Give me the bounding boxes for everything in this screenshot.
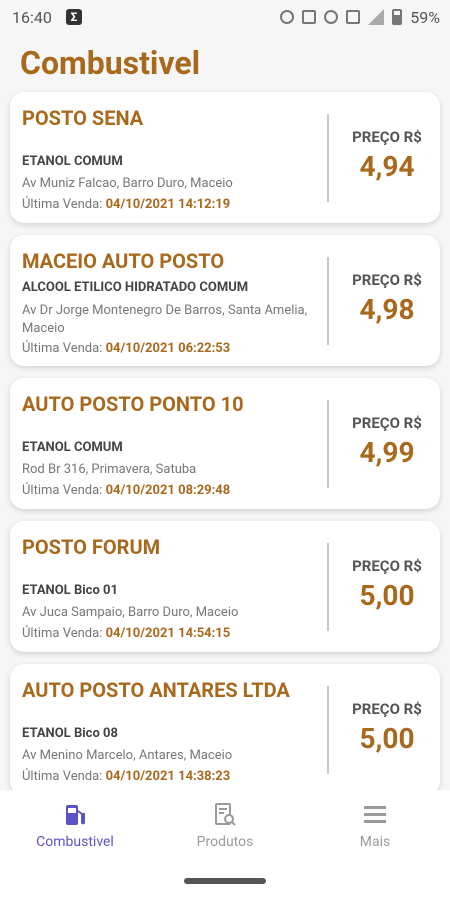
last-sale-date: 04/10/2021 06:22:53 <box>105 341 231 356</box>
fuel-type: ETANOL Bico 08 <box>22 726 118 741</box>
station-list: POSTO SENA ETANOL COMUM Av Muniz Falcao,… <box>10 92 440 807</box>
fuel-type: ALCOOL ETILICO HIDRATADO COMUM <box>22 280 249 295</box>
last-sale: Última Venda: 04/10/2021 14:12:19 <box>22 197 230 212</box>
bottom-navigation: Combustivel Produtos Mais <box>0 790 450 900</box>
status-time: 16:40 <box>12 7 52 27</box>
divider <box>327 686 329 774</box>
last-sale-label: Última Venda: <box>22 197 103 212</box>
station-name: AUTO POSTO ANTARES LTDA <box>22 678 290 702</box>
page-title: Combustivel <box>20 44 201 82</box>
last-sale-date: 04/10/2021 08:29:48 <box>105 483 231 498</box>
fuel-pump-icon <box>66 805 85 825</box>
price-label: PREÇO R$ <box>352 414 422 432</box>
fuel-type: ETANOL COMUM <box>22 154 123 169</box>
nfc-icon <box>302 10 317 24</box>
last-sale-date: 04/10/2021 14:12:19 <box>105 197 231 212</box>
last-sale-label: Última Venda: <box>22 769 103 784</box>
divider <box>327 400 329 488</box>
alarm-icon <box>280 10 295 24</box>
last-sale-date: 04/10/2021 14:54:15 <box>105 626 231 641</box>
nav-item-mais[interactable]: Mais <box>300 802 450 850</box>
station-address: Av Menino Marcelo, Antares, Maceio <box>22 748 233 763</box>
station-name: POSTO FORUM <box>22 535 161 559</box>
divider <box>327 543 329 631</box>
home-indicator[interactable] <box>184 878 266 884</box>
divider <box>327 114 329 202</box>
fuel-type: ETANOL COMUM <box>22 440 123 455</box>
station-card[interactable]: AUTO POSTO PONTO 10 ETANOL COMUM Rod Br … <box>10 378 440 509</box>
receipt-search-icon <box>215 803 236 826</box>
nav-label: Combustivel <box>36 834 114 850</box>
nav-item-combustivel[interactable]: Combustivel <box>0 802 150 850</box>
last-sale-label: Última Venda: <box>22 626 103 641</box>
status-icons: 59% <box>280 8 440 27</box>
station-name: MACEIO AUTO POSTO <box>22 249 225 273</box>
station-card[interactable]: POSTO SENA ETANOL COMUM Av Muniz Falcao,… <box>10 92 440 223</box>
station-card[interactable]: POSTO FORUM ETANOL Bico 01 Av Juca Sampa… <box>10 521 440 652</box>
nav-label: Produtos <box>196 834 254 850</box>
station-address: Rod Br 316, Primavera, Satuba <box>22 462 197 477</box>
station-address: Av Dr Jorge Montenegro De Barros, Santa … <box>22 303 308 336</box>
last-sale: Última Venda: 04/10/2021 06:22:53 <box>22 341 230 356</box>
price-label: PREÇO R$ <box>352 271 422 289</box>
price-value: 5,00 <box>359 579 415 612</box>
divider <box>327 257 329 345</box>
last-sale: Última Venda: 04/10/2021 08:29:48 <box>22 483 230 498</box>
menu-icon <box>364 806 386 823</box>
price-label: PREÇO R$ <box>352 557 422 575</box>
price-value: 4,94 <box>359 150 415 183</box>
station-card[interactable]: MACEIO AUTO POSTO ALCOOL ETILICO HIDRATA… <box>10 235 440 366</box>
station-address: Av Muniz Falcao, Barro Duro, Maceio <box>22 176 233 191</box>
last-sale: Última Venda: 04/10/2021 14:38:23 <box>22 769 230 784</box>
status-bar: 16:40 Σ 59% <box>0 0 450 34</box>
price-value: 4,98 <box>359 293 415 326</box>
station-address: Av Juca Sampaio, Barro Duro, Maceio <box>22 605 239 620</box>
last-sale: Última Venda: 04/10/2021 14:54:15 <box>22 626 230 641</box>
vibrate-icon <box>346 10 361 24</box>
station-card[interactable]: AUTO POSTO ANTARES LTDA ETANOL Bico 08 A… <box>10 664 440 795</box>
last-sale-label: Última Venda: <box>22 483 103 498</box>
nav-item-produtos[interactable]: Produtos <box>150 802 300 850</box>
fuel-type: ETANOL Bico 01 <box>22 583 118 598</box>
last-sale-label: Última Venda: <box>22 341 103 356</box>
bluetooth-icon <box>324 10 339 24</box>
price-value: 5,00 <box>359 722 415 755</box>
station-name: AUTO POSTO PONTO 10 <box>22 392 244 416</box>
price-label: PREÇO R$ <box>352 700 422 718</box>
last-sale-date: 04/10/2021 14:38:23 <box>105 769 231 784</box>
signal-icon <box>368 9 385 25</box>
price-value: 4,99 <box>359 436 415 469</box>
price-label: PREÇO R$ <box>352 128 422 146</box>
station-name: POSTO SENA <box>22 106 144 130</box>
battery-icon <box>392 9 403 25</box>
nav-label: Mais <box>359 834 391 850</box>
battery-percent: 59% <box>410 7 440 27</box>
app-notification-icon: Σ <box>65 9 82 25</box>
